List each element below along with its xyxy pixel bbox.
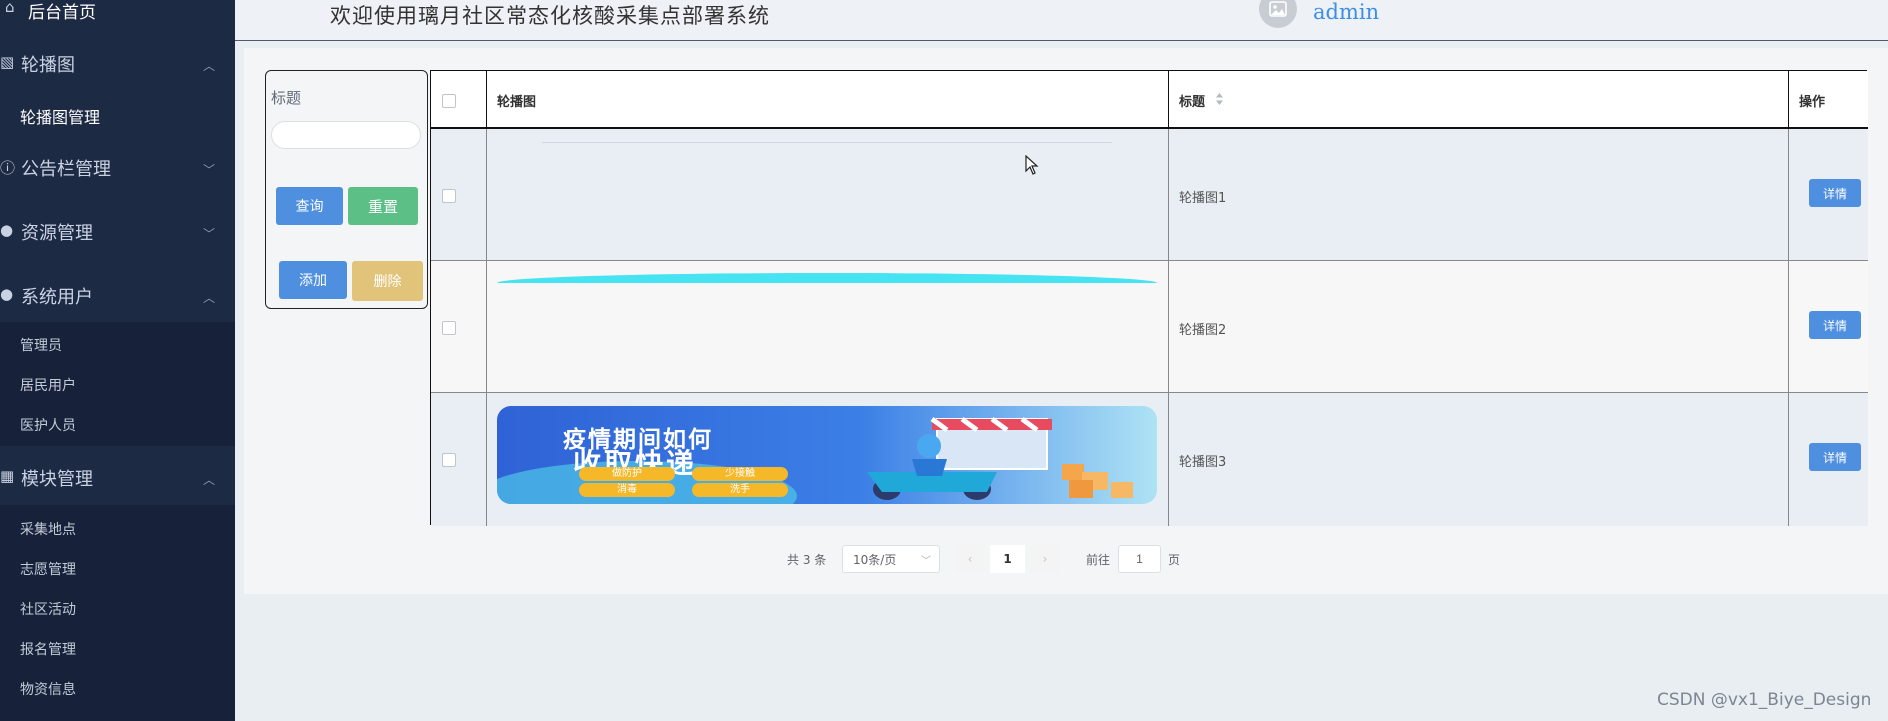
sidebar-item-label: 轮播图	[21, 55, 75, 76]
delete-button[interactable]: 删除	[352, 261, 423, 301]
add-button[interactable]: 添加	[279, 261, 347, 299]
avatar[interactable]	[1259, 0, 1297, 28]
next-page-button[interactable]: ›	[1030, 545, 1060, 573]
table-header-image: 轮播图	[487, 71, 1169, 129]
sidebar-item-label: 后台首页	[28, 3, 96, 23]
carousel-image-cell: 疫情期间如何 收取快递 做防护 少接触 消毒 洗手	[487, 393, 1169, 526]
select-all-checkbox[interactable]	[442, 94, 456, 108]
row-checkbox[interactable]	[442, 189, 456, 203]
sidebar-item-modules[interactable]: ▦ 模块管理 ︿	[0, 464, 235, 492]
title-cell: 轮播图3	[1169, 393, 1789, 526]
carousel-title: 轮播图2	[1179, 323, 1227, 338]
sidebar-item-residents[interactable]: 居民用户	[20, 375, 76, 395]
column-header-label: 轮播图	[497, 95, 537, 110]
top-header: 欢迎使用璃月社区常态化核酸采集点部署系统 admin	[235, 0, 1888, 41]
bulb-icon: ●	[0, 221, 14, 239]
row-checkbox[interactable]	[442, 321, 456, 335]
banner-tag: 做防护	[579, 467, 675, 481]
carousel-image-cell	[487, 129, 1169, 261]
banner-tag: 少接触	[692, 467, 788, 481]
sidebar-item-medical-staff[interactable]: 医护人员	[20, 415, 76, 435]
carousel-image-cell	[487, 261, 1169, 393]
sidebar-item-activities[interactable]: 社区活动	[20, 599, 76, 619]
goto-page-input[interactable]	[1118, 545, 1161, 573]
goto-label: 前往	[1086, 552, 1111, 567]
carousel-image-3: 疫情期间如何 收取快递 做防护 少接触 消毒 洗手	[497, 406, 1157, 504]
grid-icon: ▦	[0, 467, 15, 485]
table-row	[431, 393, 487, 526]
page-size-select[interactable]: 10条/页 ﹀	[842, 545, 940, 573]
page-size-value: 10条/页	[853, 552, 897, 567]
sidebar-item-label: 公告栏管理	[21, 159, 111, 180]
image-icon: ▧	[0, 53, 15, 71]
action-cell: 详情	[1789, 261, 1868, 393]
chevron-up-icon: ︿	[202, 291, 215, 305]
chevron-down-icon: ﹀	[202, 227, 215, 241]
row-checkbox[interactable]	[442, 453, 456, 467]
banner-tag: 消毒	[579, 483, 675, 497]
column-header-label: 操作	[1799, 95, 1826, 110]
sidebar-item-resource[interactable]: ● 资源管理 ﹀	[0, 218, 235, 246]
sort-icon[interactable]	[1215, 92, 1224, 106]
carousel-title: 轮播图3	[1179, 455, 1227, 470]
sidebar-item-supplies[interactable]: 物资信息	[20, 679, 76, 699]
watermark: CSDN @vx1_Biye_Design	[1657, 690, 1872, 710]
sidebar-item-registrations[interactable]: 报名管理	[20, 639, 76, 659]
carousel-title: 轮播图1	[1179, 191, 1227, 206]
action-cell: 详情	[1789, 129, 1868, 261]
table-row	[431, 129, 487, 261]
carousel-image-2	[497, 273, 1157, 283]
sidebar-item-label: 系统用户	[21, 287, 93, 308]
title-cell: 轮播图1	[1169, 129, 1789, 261]
home-icon: ⌂	[5, 0, 15, 16]
query-button[interactable]: 查询	[276, 187, 343, 225]
title-search-input[interactable]	[271, 121, 421, 149]
sidebar-item-carousel-manage[interactable]: 轮播图管理	[20, 104, 100, 128]
chevron-up-icon: ︿	[202, 59, 215, 73]
sidebar-item-label: 资源管理	[21, 223, 93, 244]
sidebar-item-notice[interactable]: ⓘ 公告栏管理 ﹀	[0, 154, 235, 182]
sidebar-item-label: 模块管理	[21, 469, 93, 490]
user-icon: ●	[0, 285, 14, 303]
current-page-button[interactable]: 1	[990, 545, 1025, 573]
sidebar-item-admin[interactable]: 管理员	[20, 335, 62, 355]
mouse-cursor-icon	[1025, 155, 1039, 175]
info-icon: ⓘ	[0, 159, 16, 177]
table-header-title[interactable]: 标题	[1169, 71, 1789, 129]
chevron-right-icon: ›	[1042, 552, 1048, 566]
page-unit-label: 页	[1168, 552, 1181, 567]
detail-button[interactable]: 详情	[1809, 311, 1861, 339]
column-header-label: 标题	[1179, 95, 1206, 110]
page-title: 欢迎使用璃月社区常态化核酸采集点部署系统	[330, 4, 770, 28]
chevron-down-icon: ﹀	[921, 555, 931, 567]
action-cell: 详情	[1789, 393, 1868, 526]
carousel-image-1	[542, 142, 1112, 143]
chevron-up-icon: ︿	[202, 473, 215, 487]
pagination-total: 共 3 条	[787, 552, 827, 567]
table-header-select	[431, 71, 487, 129]
reset-button[interactable]: 重置	[348, 187, 418, 225]
sidebar-item-volunteers[interactable]: 志愿管理	[20, 559, 76, 579]
table-header-action: 操作	[1789, 71, 1868, 129]
detail-button[interactable]: 详情	[1809, 443, 1861, 471]
detail-button[interactable]: 详情	[1809, 179, 1861, 207]
banner-tag: 洗手	[692, 483, 788, 497]
delivery-scooter-illustration	[867, 416, 1133, 500]
sidebar-item-home[interactable]: ⌂ 后台首页	[0, 0, 235, 23]
filter-panel: 标题 查询 重置 添加 删除	[265, 70, 428, 309]
title-filter-label: 标题	[271, 89, 302, 107]
sidebar-item-carousel[interactable]: ▧ 轮播图 ︿	[0, 50, 235, 78]
chevron-down-icon: ﹀	[202, 163, 215, 177]
sidebar: ⌂ 后台首页 ▧ 轮播图 ︿ 轮播图管理 ⓘ 公告栏管理 ﹀ ● 资源管理 ﹀ …	[0, 0, 235, 721]
user-name-link[interactable]: admin	[1313, 0, 1379, 24]
image-placeholder-icon	[1269, 1, 1287, 17]
carousel-table: 轮播图 标题 操作 轮播图1 详情 轮播图2 详情 疫情期间如何 收取快递 做防…	[430, 70, 1868, 526]
prev-page-button[interactable]: ‹	[955, 545, 985, 573]
sidebar-item-system-users[interactable]: ● 系统用户 ︿	[0, 282, 235, 310]
sidebar-item-collection-sites[interactable]: 采集地点	[20, 519, 76, 539]
title-cell: 轮播图2	[1169, 261, 1789, 393]
table-row	[431, 261, 487, 393]
chevron-left-icon: ‹	[967, 552, 973, 566]
